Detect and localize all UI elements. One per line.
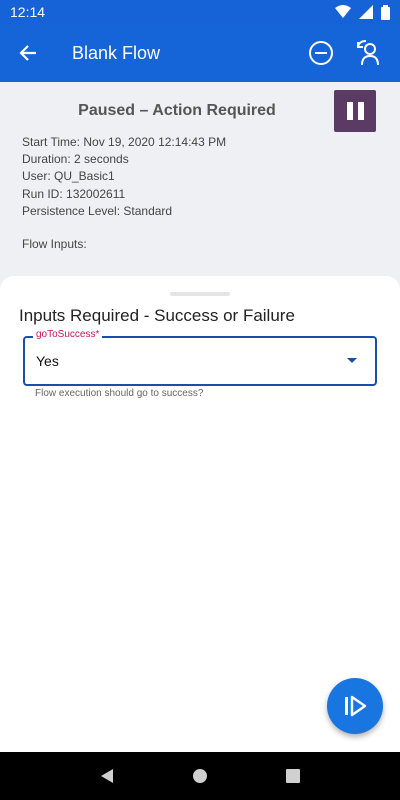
dropdown-arrow-icon[interactable]: [347, 358, 357, 363]
resume-button[interactable]: [327, 678, 383, 734]
run-details: Start Time: Nov 19, 2020 12:14:43 PM Dur…: [22, 134, 226, 220]
field-label: goToSuccess*: [33, 329, 103, 340]
run-status-heading: Paused – Action Required: [78, 102, 276, 119]
pause-button[interactable]: [334, 90, 376, 132]
reassign-user-icon: [357, 40, 379, 66]
inputs-bottom-sheet: Inputs Required - Success or Failure goT…: [0, 276, 400, 752]
wifi-icon: [335, 5, 351, 18]
status-bar: 12:14: [0, 0, 400, 24]
go-to-success-select[interactable]: goToSuccess* Yes: [23, 329, 377, 386]
start-time-text: Start Time: Nov 19, 2020 12:14:43 PM: [22, 135, 227, 149]
run-id-text: Run ID: 132002611: [22, 186, 126, 201]
cancel-run-button[interactable]: [304, 36, 338, 70]
status-icons: [335, 4, 390, 20]
duration-text: Duration: 2 seconds: [22, 152, 129, 167]
sheet-drag-handle[interactable]: [170, 292, 230, 296]
status-time: 12:14: [10, 4, 46, 20]
flow-inputs-label: Flow Inputs:: [22, 237, 87, 251]
pause-icon: [346, 102, 353, 120]
app-actions: [304, 36, 400, 70]
persistence-text: Persistence Level: Standard: [22, 203, 173, 218]
sheet-title: Inputs Required - Success or Failure: [19, 306, 295, 325]
field-help-text: Flow execution should go to success?: [35, 388, 204, 399]
back-arrow-icon: [19, 45, 36, 61]
signal-icon: [359, 5, 373, 19]
nav-back-icon: [100, 769, 113, 783]
page-title: Blank Flow: [72, 42, 161, 63]
system-nav-bar: [0, 752, 400, 800]
battery-icon: [381, 4, 390, 20]
minus-circle-icon: [309, 41, 333, 65]
user-text: User: QU_Basic1: [22, 169, 115, 184]
reassign-button[interactable]: [352, 36, 386, 70]
back-button[interactable]: [0, 24, 56, 82]
nav-home-icon: [192, 769, 207, 783]
run-info-panel: Paused – Action Required Start Time: Nov…: [0, 82, 400, 292]
resume-icon: [345, 695, 367, 717]
nav-back-button[interactable]: [87, 756, 127, 796]
app-bar: Blank Flow: [0, 24, 400, 82]
nav-recents-button[interactable]: [273, 756, 313, 796]
nav-home-button[interactable]: [180, 756, 220, 796]
field-value: Yes: [36, 353, 59, 369]
nav-recents-icon: [286, 769, 301, 783]
